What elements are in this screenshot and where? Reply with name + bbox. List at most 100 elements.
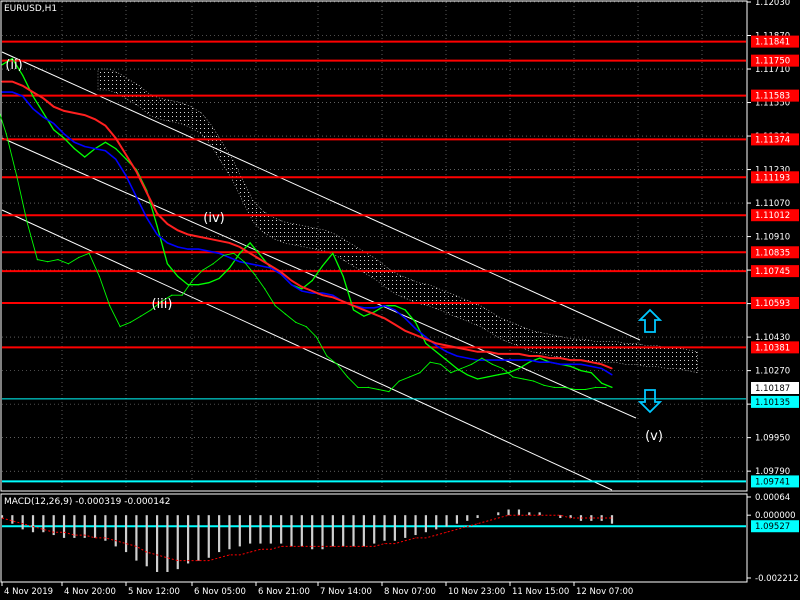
series-point-ma_fast: [228, 256, 231, 259]
macd-signal-point: [559, 514, 561, 516]
macd-signal-point: [249, 551, 251, 553]
series-point-lagging: [409, 376, 411, 378]
series-point-lagging: [357, 386, 359, 388]
resistance-price-8-text: 1.10593: [755, 299, 790, 309]
macd-signal-point: [239, 554, 241, 556]
series-point-lagging: [388, 391, 390, 393]
series-point-ma_fast: [259, 265, 262, 267]
series-point-price: [321, 265, 324, 267]
series-point-ma_fast: [528, 359, 530, 361]
series-point-lagging: [274, 305, 276, 307]
series-point-lagging: [315, 336, 318, 338]
series-point-lagging: [140, 315, 142, 317]
series-point-ma_fast: [42, 116, 45, 118]
macd-signal-point: [11, 520, 13, 522]
series-point-ma_slow: [187, 233, 189, 236]
y-tick-label-7: 1.10910: [755, 233, 790, 243]
wave-label-1: (iii): [152, 297, 173, 312]
series-point-lagging: [5, 133, 7, 135]
series-point-ma_fast: [332, 294, 334, 296]
series-point-ma_fast: [321, 292, 324, 294]
y-tick-label-13: 1.09950: [755, 434, 790, 444]
series-point-ma_fast: [373, 307, 375, 309]
series-point-ma_slow: [487, 351, 489, 353]
series-point-price: [487, 376, 489, 378]
series-point-lagging: [171, 294, 173, 296]
series-point-ma_fast: [218, 252, 220, 254]
series-point-ma_slow: [73, 112, 75, 114]
series-point-ma_slow: [497, 353, 499, 355]
series-point-ma_slow: [84, 114, 86, 116]
macd-signal-point: [425, 537, 427, 539]
series-point-ma_slow: [508, 353, 510, 355]
series-point-ma_slow: [332, 296, 334, 298]
series-point-lagging: [543, 384, 545, 386]
macd-signal-point: [394, 543, 396, 544]
series-point-lagging: [88, 252, 90, 254]
series-point-price: [239, 252, 241, 254]
series-point-ma_slow: [404, 330, 406, 332]
macd-signal-point: [373, 546, 375, 547]
series-point-ma_slow: [311, 290, 313, 292]
series-point-price: [466, 374, 468, 376]
macd-signal-point: [477, 523, 478, 525]
series-point-ma_slow: [456, 347, 458, 349]
series-point-price: [73, 148, 75, 150]
series-point-ma_slow: [53, 106, 55, 108]
series-point-lagging: [533, 380, 535, 382]
macd-signal-point: [384, 543, 385, 544]
series-point-lagging: [16, 175, 18, 177]
series-point-ma_fast: [197, 248, 199, 250]
series-point-ma_fast: [290, 284, 293, 286]
series-point-ma_fast: [22, 95, 24, 97]
series-point-ma_fast: [239, 261, 241, 263]
y-tick-label-0: 1.12030: [755, 0, 790, 8]
series-point-ma_fast: [446, 351, 448, 353]
x-tick-label-6: 8 Nov 07:00: [384, 587, 436, 597]
series-point-ma_slow: [435, 342, 437, 344]
wave-label-0: (ii): [5, 58, 22, 73]
resistance-price-7-text: 1.10745: [755, 267, 790, 277]
series-point-price: [425, 342, 427, 344]
series-point-ma_slow: [415, 334, 417, 336]
macd-signal-point: [280, 546, 282, 547]
series-point-lagging: [460, 367, 462, 370]
series-point-lagging: [212, 263, 214, 265]
series-point-price: [104, 141, 106, 143]
series-point-price: [22, 74, 24, 76]
series-point-ma_slow: [125, 154, 127, 156]
series-point-lagging: [98, 275, 100, 277]
series-point-price: [259, 254, 262, 256]
series-point-lagging: [57, 259, 59, 261]
series-point-ma_slow: [301, 286, 303, 288]
series-point-ma_slow: [383, 317, 386, 319]
series-point-lagging: [264, 288, 266, 290]
series-point-price: [311, 280, 313, 282]
resistance-price-6-text: 1.10835: [755, 248, 790, 258]
series-point-ma_fast: [435, 344, 437, 347]
macd-signal-point: [84, 534, 86, 536]
series-point-ma_fast: [404, 317, 406, 319]
series-point-ma_slow: [259, 259, 262, 261]
series-point-lagging: [253, 273, 256, 275]
macd-y-tick-label-1: 0.000000: [755, 511, 796, 521]
macd-signal-point: [363, 546, 365, 547]
series-point-lagging: [233, 252, 235, 254]
macd-signal-point: [601, 517, 603, 519]
macd-signal-point: [125, 543, 127, 544]
resistance-price-4-text: 1.11193: [755, 173, 790, 183]
series-point-ma_slow: [42, 97, 45, 99]
series-point-lagging: [377, 388, 380, 391]
series-point-price: [42, 112, 45, 114]
series-point-lagging: [367, 386, 369, 388]
series-point-lagging: [605, 386, 607, 388]
series-point-price: [218, 277, 220, 280]
series-point-lagging: [595, 386, 597, 388]
wave-label-2: (iv): [203, 211, 224, 226]
macd-signal-point: [270, 548, 272, 550]
series-point-ma_fast: [32, 108, 34, 110]
series-point-price: [115, 148, 117, 150]
price-chart-canvas[interactable]: (ii)(iii)(iv)(v) 1.120301.118701.117101.…: [0, 0, 800, 600]
series-point-price: [477, 378, 479, 380]
series-point-lagging: [512, 376, 514, 378]
